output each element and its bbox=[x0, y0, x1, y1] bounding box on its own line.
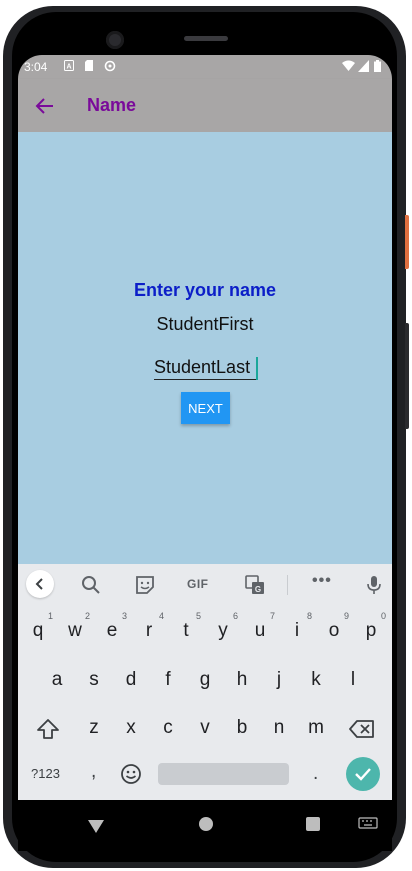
space-bar[interactable] bbox=[158, 763, 289, 785]
keyboard-toolbar: GIF G ••• bbox=[18, 564, 392, 604]
key-label: q bbox=[32, 620, 44, 641]
key-z[interactable]: z bbox=[77, 707, 111, 749]
key-hint: 1 bbox=[48, 611, 54, 621]
key-hint: 6 bbox=[233, 611, 239, 621]
nav-recents-icon[interactable] bbox=[306, 817, 320, 831]
key-label: u bbox=[254, 620, 266, 641]
key-c[interactable]: c bbox=[151, 707, 185, 749]
first-name-input[interactable] bbox=[18, 314, 392, 335]
more-icon[interactable]: ••• bbox=[312, 572, 332, 590]
battery-icon bbox=[374, 60, 381, 72]
key-label: y bbox=[218, 620, 228, 641]
screen: 3:04 A Name Enter your name StudentFirst… bbox=[18, 55, 392, 851]
emoji-icon[interactable] bbox=[120, 763, 142, 785]
last-name-field bbox=[154, 357, 258, 380]
key-j[interactable]: j bbox=[262, 659, 296, 701]
form-heading: Enter your name bbox=[133, 280, 277, 300]
front-camera bbox=[106, 31, 124, 49]
status-time: 3:04 bbox=[24, 60, 48, 74]
key-g[interactable]: g bbox=[188, 659, 222, 701]
key-x[interactable]: x bbox=[114, 707, 148, 749]
key-label: t bbox=[183, 620, 189, 641]
key-b[interactable]: b bbox=[225, 707, 259, 749]
keyboard-switch-icon[interactable] bbox=[358, 817, 378, 831]
check-icon bbox=[355, 768, 371, 781]
earpiece-speaker bbox=[184, 36, 228, 41]
keyboard-collapse-button[interactable] bbox=[26, 570, 54, 598]
key-label: r bbox=[145, 620, 153, 641]
key-l[interactable]: l bbox=[336, 659, 370, 701]
symbols-key[interactable]: ?123 bbox=[31, 766, 60, 781]
power-button bbox=[405, 215, 409, 269]
toolbar-divider bbox=[287, 575, 288, 595]
soft-keyboard: GIF G ••• q w e r t y u i o p 1 2 3 4 5 … bbox=[18, 564, 392, 800]
page-title: Name bbox=[87, 95, 137, 115]
enter-button[interactable] bbox=[346, 757, 380, 791]
key-hint: 0 bbox=[381, 611, 387, 621]
key-k[interactable]: k bbox=[299, 659, 333, 701]
sync-icon bbox=[104, 60, 116, 72]
key-label: o bbox=[328, 620, 340, 641]
key-s[interactable]: s bbox=[77, 659, 111, 701]
key-hint: 4 bbox=[159, 611, 165, 621]
key-h[interactable]: h bbox=[225, 659, 259, 701]
key-a[interactable]: a bbox=[40, 659, 74, 701]
app-bar: Name bbox=[18, 79, 392, 132]
translate-icon[interactable]: G bbox=[244, 574, 266, 596]
key-m[interactable]: m bbox=[299, 707, 333, 749]
key-hint: 7 bbox=[270, 611, 276, 621]
key-label: p bbox=[365, 620, 377, 641]
text-caret bbox=[256, 357, 258, 380]
key-n[interactable]: n bbox=[262, 707, 296, 749]
next-button[interactable]: NEXT bbox=[181, 392, 230, 424]
nav-home-icon[interactable] bbox=[199, 817, 213, 831]
chevron-left-icon bbox=[35, 578, 43, 590]
comma-key[interactable]: , bbox=[91, 761, 96, 783]
gif-icon[interactable]: GIF bbox=[187, 577, 209, 591]
signal-icon bbox=[358, 60, 369, 72]
name-form: Enter your name NEXT bbox=[18, 132, 392, 564]
key-hint: 5 bbox=[196, 611, 202, 621]
key-label: i bbox=[294, 620, 300, 641]
volume-button bbox=[405, 323, 409, 429]
backspace-icon[interactable] bbox=[349, 720, 375, 738]
key-hint: 2 bbox=[85, 611, 91, 621]
key-label: e bbox=[106, 620, 118, 641]
nav-back-icon[interactable] bbox=[87, 817, 105, 835]
nav-bar bbox=[18, 800, 392, 851]
period-key[interactable]: . bbox=[313, 763, 318, 785]
shift-icon[interactable] bbox=[36, 718, 60, 740]
search-icon[interactable] bbox=[80, 574, 102, 596]
last-name-input[interactable] bbox=[154, 357, 257, 380]
key-hint: 3 bbox=[122, 611, 128, 621]
status-bar: 3:04 A bbox=[18, 55, 392, 79]
key-v[interactable]: v bbox=[188, 707, 222, 749]
key-label: w bbox=[68, 620, 82, 641]
svg-text:G: G bbox=[255, 585, 261, 594]
key-hint: 8 bbox=[307, 611, 313, 621]
key-hint: 9 bbox=[344, 611, 350, 621]
key-d[interactable]: d bbox=[114, 659, 148, 701]
key-f[interactable]: f bbox=[151, 659, 185, 701]
mic-icon[interactable] bbox=[363, 574, 385, 596]
a-notification-icon: A bbox=[64, 60, 74, 71]
svg-text:A: A bbox=[66, 64, 71, 71]
arrow-left-icon[interactable] bbox=[34, 95, 56, 117]
wifi-icon bbox=[342, 60, 355, 71]
sticker-icon[interactable] bbox=[134, 574, 156, 596]
sd-card-icon bbox=[85, 60, 93, 71]
